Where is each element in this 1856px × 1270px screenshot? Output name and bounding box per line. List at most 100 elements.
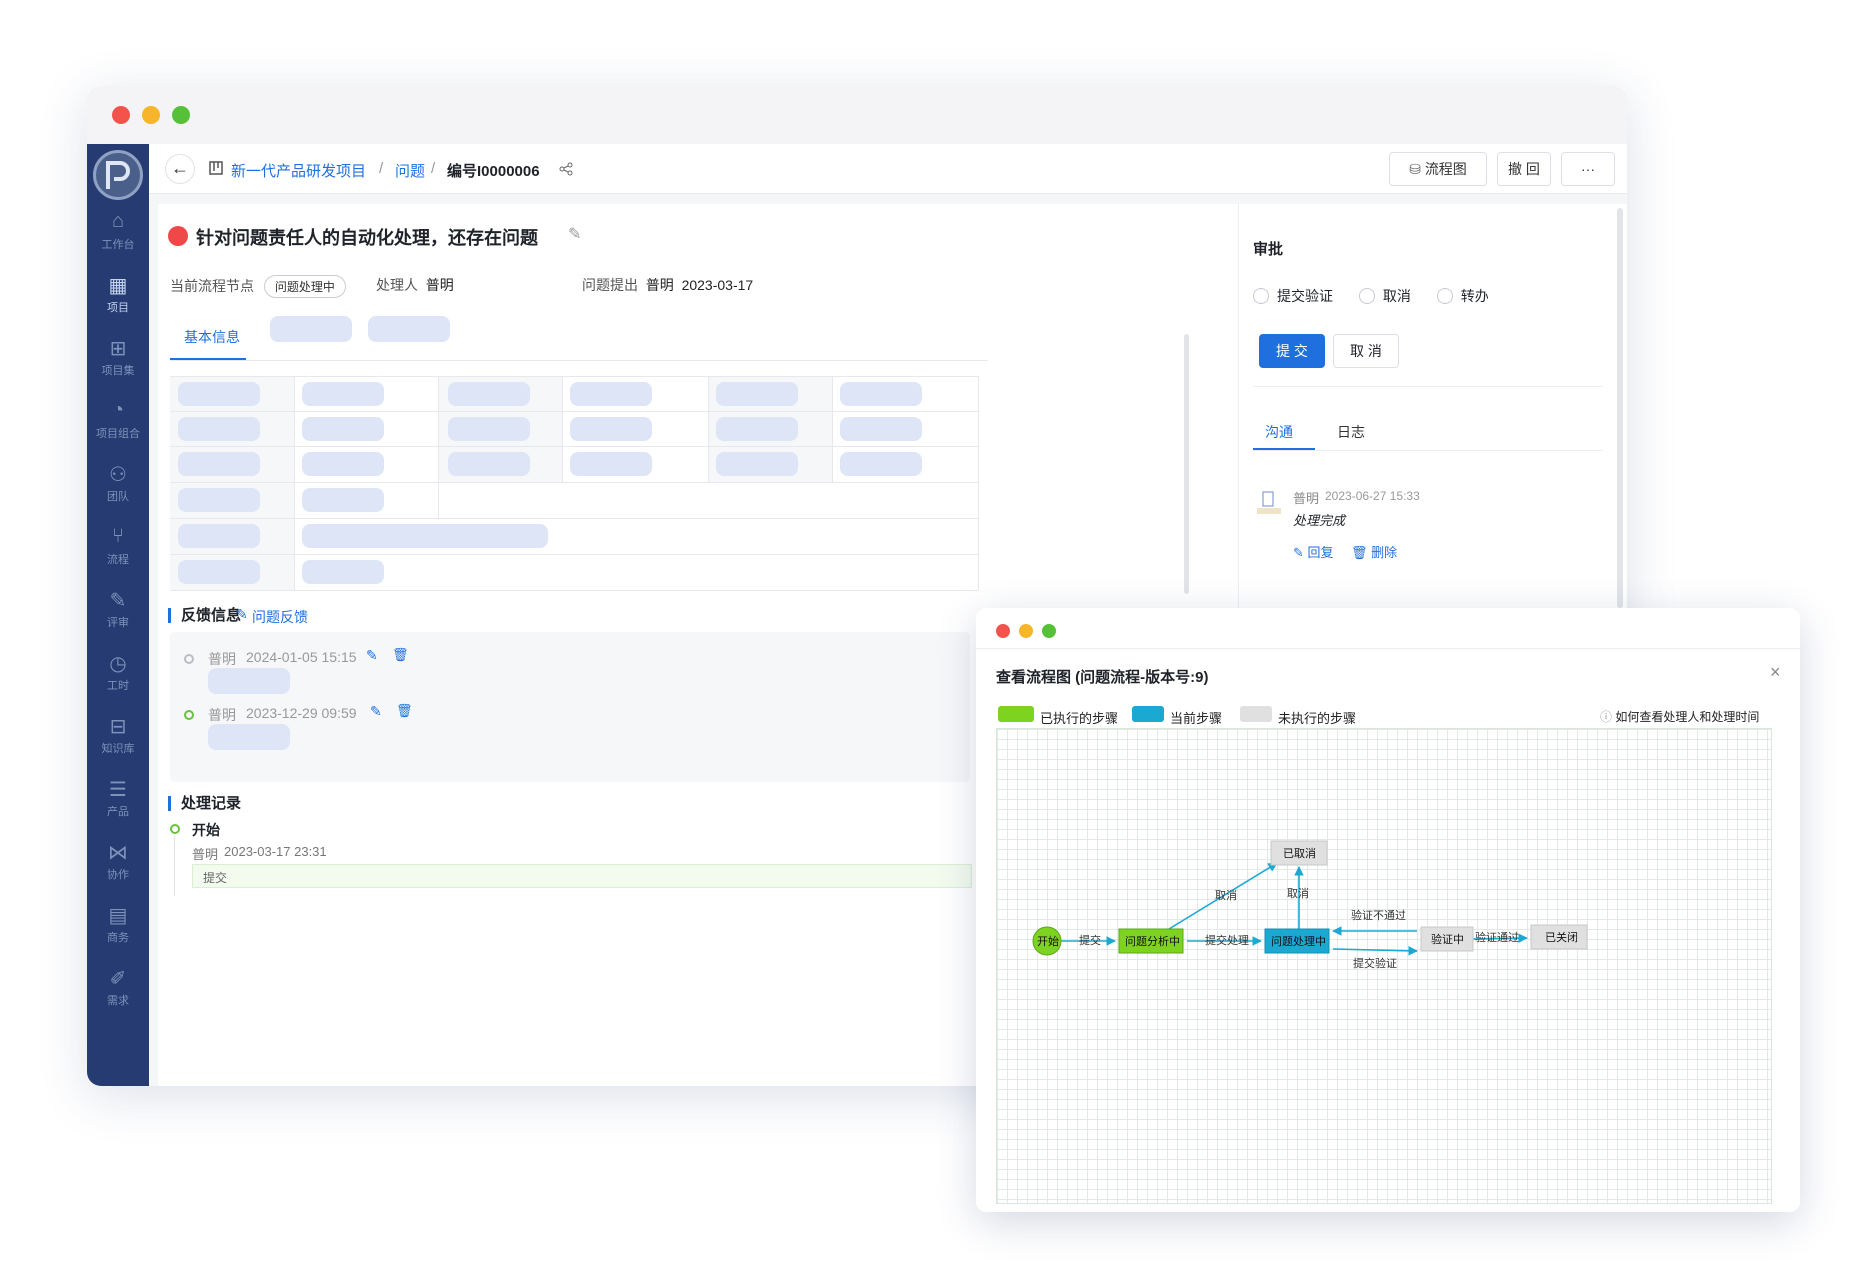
sidebar-item-label: 流程 <box>107 554 129 566</box>
help-link[interactable]: ⓘ 如何查看处理人和处理时间 <box>1600 708 1759 725</box>
sidebar-item-10[interactable]: ⋈ 协作 <box>87 836 149 894</box>
scrollbar[interactable] <box>1617 208 1623 608</box>
sidebar-item-6[interactable]: ✎ 评审 <box>87 584 149 642</box>
svg-text:已取消: 已取消 <box>1283 846 1316 860</box>
issue-feedback-link[interactable]: 问题反馈 <box>252 607 308 627</box>
node-cancelled[interactable]: 已取消 <box>1270 840 1328 866</box>
sidebar-item-0[interactable]: ⌂ 工作台 <box>87 206 149 264</box>
record-action-box: 提交 <box>192 864 972 888</box>
radio-cancel[interactable]: 取消 <box>1358 288 1411 304</box>
more-button[interactable]: ··· <box>1561 152 1615 186</box>
tab-divider <box>170 360 988 361</box>
feedback-content <box>208 668 290 694</box>
trash-icon[interactable]: 🗑 <box>392 647 409 663</box>
current-node: 当前流程节点 问题处理中 <box>170 275 346 298</box>
divider <box>976 648 1800 649</box>
close-window-button[interactable] <box>996 624 1010 638</box>
sidebar-item-2[interactable]: ⊞ 项目集 <box>87 332 149 390</box>
sidebar-item-8[interactable]: ⊟ 知识库 <box>87 710 149 768</box>
undo-button[interactable]: 撤 回 <box>1497 152 1551 186</box>
timeline-line <box>174 836 175 896</box>
sidebar-item-7[interactable]: ◷ 工时 <box>87 647 149 705</box>
sidebar-item-label: 团队 <box>107 491 129 503</box>
product-icon: ☰ <box>109 779 127 801</box>
app-logo[interactable] <box>93 150 143 200</box>
field-placeholder <box>178 488 260 512</box>
radio-label: 取消 <box>1382 288 1411 304</box>
tab-basic-info[interactable]: 基本信息 <box>184 327 240 347</box>
handler: 处理人 普明 <box>376 275 454 295</box>
field-placeholder <box>302 560 384 584</box>
sidebar-item-3[interactable]: ◔ 项目组合 <box>87 395 149 453</box>
top-bar: ← 新一代产品研发项目 / 问题 / 编号I0000006 ⛁ 流程图 撤 回 … <box>149 144 1627 194</box>
sidebar-item-12[interactable]: ✐ 需求 <box>87 962 149 1020</box>
sidebar-item-label: 项目组合 <box>96 428 140 440</box>
sidebar-item-label: 评审 <box>107 617 129 629</box>
flowchart-button[interactable]: ⛁ 流程图 <box>1389 152 1487 186</box>
sidebar-item-11[interactable]: ▤ 商务 <box>87 899 149 957</box>
radio-transfer[interactable]: 转办 <box>1436 288 1489 304</box>
record-step: 开始 <box>192 822 220 838</box>
board-icon <box>209 161 223 175</box>
breadcrumb-module[interactable]: 问题 <box>395 160 425 181</box>
submit-button[interactable]: 提 交 <box>1259 334 1325 368</box>
divider <box>1253 386 1603 387</box>
approval-title: 审批 <box>1253 241 1284 258</box>
window-titlebar <box>87 86 1627 144</box>
sidebar-item-9[interactable]: ☰ 产品 <box>87 773 149 831</box>
radio-label: 提交验证 <box>1277 288 1333 304</box>
edit-icon[interactable]: ✎ <box>366 647 378 664</box>
legend-current-label: 当前步骤 <box>1170 711 1223 726</box>
node-verifying[interactable]: 验证中 <box>1420 926 1474 952</box>
radio-submit-verify[interactable]: 提交验证 <box>1253 288 1333 304</box>
minimize-window-button[interactable] <box>1019 624 1033 638</box>
field-placeholder <box>302 382 384 406</box>
share-icon[interactable] <box>559 162 573 176</box>
trash-icon[interactable]: 🗑 <box>396 703 413 719</box>
breadcrumb-project[interactable]: 新一代产品研发项目 <box>231 160 366 181</box>
cancel-button[interactable]: 取 消 <box>1333 334 1399 368</box>
issue-title: 针对问题责任人的自动化处理，还存在问题 <box>196 228 538 248</box>
raised-date: 2023-03-17 <box>681 277 754 293</box>
tab-placeholder[interactable] <box>368 316 450 342</box>
node-start[interactable]: 开始 <box>1032 926 1062 956</box>
radio-circle <box>1358 288 1375 304</box>
sidebar-item-5[interactable]: ⑂ 流程 <box>87 521 149 579</box>
maximize-window-button[interactable] <box>172 106 190 124</box>
reply-button[interactable]: ✎ 回复 <box>1293 542 1334 561</box>
field-placeholder <box>716 452 798 476</box>
field-placeholder <box>178 417 260 441</box>
basic-info-table <box>170 376 979 591</box>
svg-text:问题处理中: 问题处理中 <box>1271 935 1326 948</box>
raised-by: 问题提出 普明 2023-03-17 <box>582 275 753 295</box>
node-processing[interactable]: 问题处理中 <box>1264 928 1330 954</box>
sidebar-item-label: 需求 <box>107 995 129 1007</box>
breadcrumb-separator: / <box>431 160 436 177</box>
sidebar-item-1[interactable]: ▦ 项目 <box>87 269 149 327</box>
delete-button[interactable]: 🗑 删除 <box>1351 542 1397 561</box>
svg-text:问题分析中: 问题分析中 <box>1125 934 1180 948</box>
hierarchy-icon: ⊞ <box>109 338 127 360</box>
node-analysis[interactable]: 问题分析中 <box>1118 928 1184 954</box>
node-closed[interactable]: 已关闭 <box>1530 924 1588 950</box>
back-button[interactable]: ← <box>165 154 195 184</box>
scrollbar[interactable] <box>1184 334 1189 594</box>
edit-icon[interactable]: ✎ <box>568 224 581 244</box>
tab-communication[interactable]: 沟通 <box>1265 422 1293 442</box>
sidebar-item-4[interactable]: ⚇ 团队 <box>87 458 149 516</box>
edit-icon[interactable]: ✎ <box>370 703 382 720</box>
field-placeholder <box>570 452 652 476</box>
tab-placeholder[interactable] <box>270 316 352 342</box>
tab-log[interactable]: 日志 <box>1337 422 1365 442</box>
close-icon[interactable]: × <box>1770 662 1781 683</box>
record-action: 提交 <box>203 871 228 885</box>
field-placeholder <box>840 382 922 406</box>
legend-pending-swatch <box>1240 706 1272 722</box>
close-window-button[interactable] <box>112 106 130 124</box>
minimize-window-button[interactable] <box>142 106 160 124</box>
raised-label: 问题提出 <box>582 277 638 293</box>
sidebar: ⌂ 工作台 ▦ 项目 ⊞ 项目集 ◔ 项目组合 ⚇ 团队 ⑂ 流程 ✎ 评审 ◷ 工时 ⊟ 知识库 ☰ 产品 ⋈ 协作 ▤ 商… <box>87 144 149 1086</box>
breadcrumb-separator: / <box>379 160 384 177</box>
flowchart-title: 查看流程图 (问题流程-版本号:9) <box>996 669 1209 686</box>
maximize-window-button[interactable] <box>1042 624 1056 638</box>
